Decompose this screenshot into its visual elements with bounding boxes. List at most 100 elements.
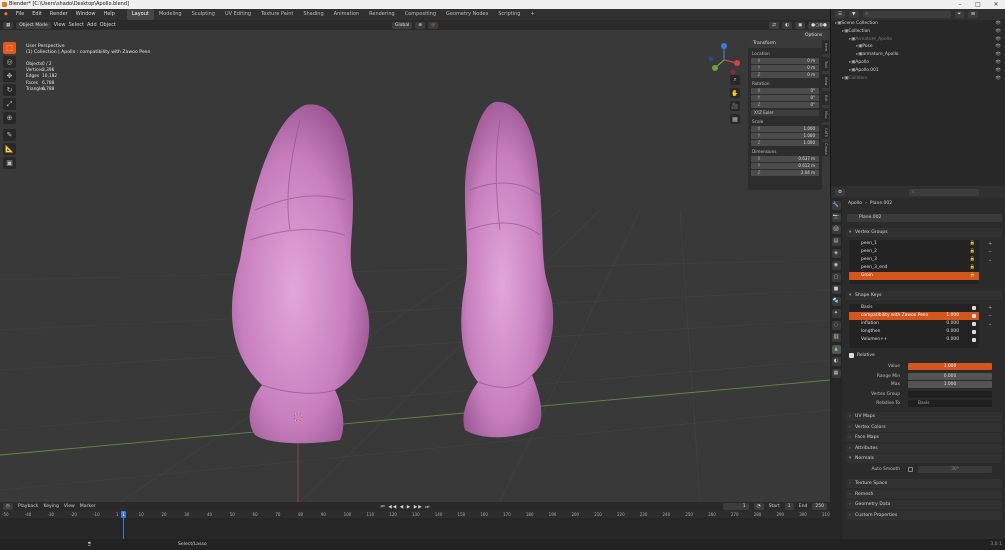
npanel-tab-view[interactable]: View [822,74,829,88]
texture-space-panel-header[interactable]: › Texture Space [846,479,1002,488]
outliner-row[interactable]: ▸ ▣ armature_Apollo 👁 [831,51,1005,59]
lock-icon[interactable]: 🔒 [970,264,975,272]
relative-to-field[interactable]: Basis [908,400,992,407]
dimensions-y-field[interactable]: Y 0.612 m [751,163,819,169]
camera-view-icon[interactable]: 🎥 [730,101,740,111]
render-tab-icon[interactable]: 📷 [831,213,841,222]
modifier-tab-icon[interactable]: 🔩 [831,297,841,306]
marker-menu[interactable]: Marker [80,504,96,509]
outliner-row[interactable]: ▸ ▣ Apollo.001 👁 [831,67,1005,75]
tab-shading[interactable]: Shading [298,9,328,20]
shape-key-mute-checkbox[interactable] [972,322,976,326]
remove-vertex-group-button[interactable]: − [988,248,996,256]
output-tab-icon[interactable]: 🖨 [831,225,841,234]
visibility-eye-icon[interactable]: 👁 [995,51,1001,59]
visibility-eye-icon[interactable]: 👁 [995,20,1001,28]
keying-menu[interactable]: Keying [43,504,58,509]
object-mode-dropdown[interactable]: Object Mode [16,21,51,29]
vertex-group-item[interactable]: peen_3 🔒 [849,256,979,264]
geometry-data-panel-header[interactable]: › Geometry Data [846,500,1002,509]
new-collection-icon[interactable]: ⊞ [968,11,978,18]
visibility-eye-icon[interactable]: 👁 [995,36,1001,44]
shape-keys-list[interactable]: Basis compatibility with Zawoo Peen 1.000 i… [849,304,979,348]
npanel-tab-create[interactable]: Create [822,142,829,156]
breadcrumb-object[interactable]: Apollo [848,201,862,206]
particles-tab-icon[interactable]: ✦ [831,309,841,318]
shape-key-item[interactable]: inflation 0.000 [849,320,979,328]
shape-key-value[interactable]: 1.000 [946,312,959,320]
shape-key-item[interactable]: Basis [849,304,979,312]
vertex-groups-panel-header[interactable]: ▾ Vertex Groups [846,228,1002,237]
visibility-eye-icon[interactable]: 👁 [995,59,1001,67]
shape-keys-panel-header[interactable]: ▾ Shape Keys [846,291,1002,300]
rotation-x-field[interactable]: X 0° [751,88,819,94]
attributes-panel-header[interactable]: › Attributes [846,444,1002,453]
overlay-toggle-icon[interactable]: ◐ [782,21,793,29]
vertex-group-menu-button[interactable]: ⌄ [988,256,996,264]
vertex-group-item[interactable]: Groin 🔒 [849,272,979,280]
editor-type-icon[interactable]: ▦ [3,21,14,29]
add-vertex-group-button[interactable]: + [988,240,996,248]
scene-tab-icon[interactable]: ◈ [831,249,841,258]
playback-controls[interactable]: ⏮ ◀◀ ◀ ▶ ▶▶ ⏭ [381,504,431,510]
xray-toggle-icon[interactable]: ▣ [795,21,806,29]
add-menu[interactable]: Add [87,22,97,28]
timeline[interactable]: -50 -40 -30 -20 -10 1 10 20 30 40 50 60 70 80 90 100 110… [0,511,830,539]
annotate-icon[interactable]: ✎ [3,129,16,141]
value-slider[interactable]: 1.000 [908,363,992,370]
shape-key-menu-button[interactable]: ⌄ [988,320,996,328]
remove-shape-key-button[interactable]: − [988,312,996,320]
texture-tab-icon[interactable]: ▦ [831,369,841,378]
max-field[interactable]: 1.000 [908,381,992,388]
vertex-groups-list[interactable]: peen_1 🔒 peen_2 🔒 peen_3 🔒 peen_3_end 🔒 Groin 🔒 [849,240,979,284]
scale-z-field[interactable]: Z 1.000 [751,140,819,146]
vertex-colors-panel-header[interactable]: › Vertex Colors [846,423,1002,432]
preview-range-icon[interactable]: ◔ [753,503,764,510]
close-button[interactable]: ✕ [987,0,1005,9]
view-menu[interactable]: View [54,22,66,28]
scale-x-field[interactable]: X 1.000 [751,126,819,132]
menu-help[interactable]: Help [99,9,118,20]
npanel-tab-edit[interactable]: Edit [822,91,829,105]
zoom-icon[interactable]: ⌕ [730,75,740,85]
shape-key-mute-checkbox[interactable] [972,338,976,342]
filter-icon[interactable]: ⏷ [954,11,965,18]
tab-modeling[interactable]: Modeling [154,9,187,20]
breadcrumb-mesh[interactable]: Plane.002 [870,201,892,206]
add-cube-icon[interactable]: ▣ [3,157,16,169]
playback-menu[interactable]: Playback [18,504,39,509]
tab-rendering[interactable]: Rendering [364,9,400,20]
shape-key-item[interactable]: Volumen++ 0.000 [849,336,979,344]
shape-key-mute-checkbox[interactable] [972,330,976,334]
snap-icon[interactable]: ⊕ [415,21,426,29]
shape-key-value[interactable]: 0.000 [946,336,959,344]
visibility-eye-icon[interactable]: 👁 [995,75,1001,83]
vertex-group-field[interactable] [908,391,992,398]
transform-header[interactable]: Transform [748,40,822,48]
select-box-icon[interactable]: ⬚ [3,42,16,54]
npanel-tab-item[interactable]: Item [822,40,829,54]
properties-search-icon[interactable]: ⌕ [909,188,980,196]
npanel-tab-cats[interactable]: CATS [822,125,829,139]
start-frame-field[interactable]: 1 [784,503,794,510]
dimensions-x-field[interactable]: X 0.637 m [751,156,819,162]
transform-icon[interactable]: ⊕ [3,112,16,124]
cursor-icon[interactable]: ◎ [3,56,16,68]
timeline-editor-icon[interactable]: ◷ [3,503,13,510]
tab-sculpting[interactable]: Sculpting [187,9,220,20]
location-y-field[interactable]: Y0 m [751,65,819,71]
shape-key-item[interactable]: longthen 0.000 [849,328,979,336]
shading-modes-icon[interactable]: ●○◍● [808,21,830,29]
minimize-button[interactable]: – [951,0,969,9]
mesh-name-field[interactable]: Plane.002 [847,214,1002,222]
end-frame-field[interactable]: 250 [812,503,827,510]
vertex-group-item[interactable]: peen_3_end 🔒 [849,264,979,272]
playhead[interactable]: 1 [121,511,126,518]
pan-hand-icon[interactable]: ✋ [730,88,740,98]
outliner-row[interactable]: ▸ ▣ Armature_Apollo 👁 [831,36,1005,44]
normals-panel-header[interactable]: ▾ Normals [846,454,1002,463]
location-z-field[interactable]: Z0 m [751,72,819,78]
outliner-row[interactable]: ▸ ▣ Colliders 👁 [831,75,1005,83]
auto-smooth-angle-field[interactable]: 30° [918,466,992,473]
lock-icon[interactable]: 🔒 [970,256,975,264]
